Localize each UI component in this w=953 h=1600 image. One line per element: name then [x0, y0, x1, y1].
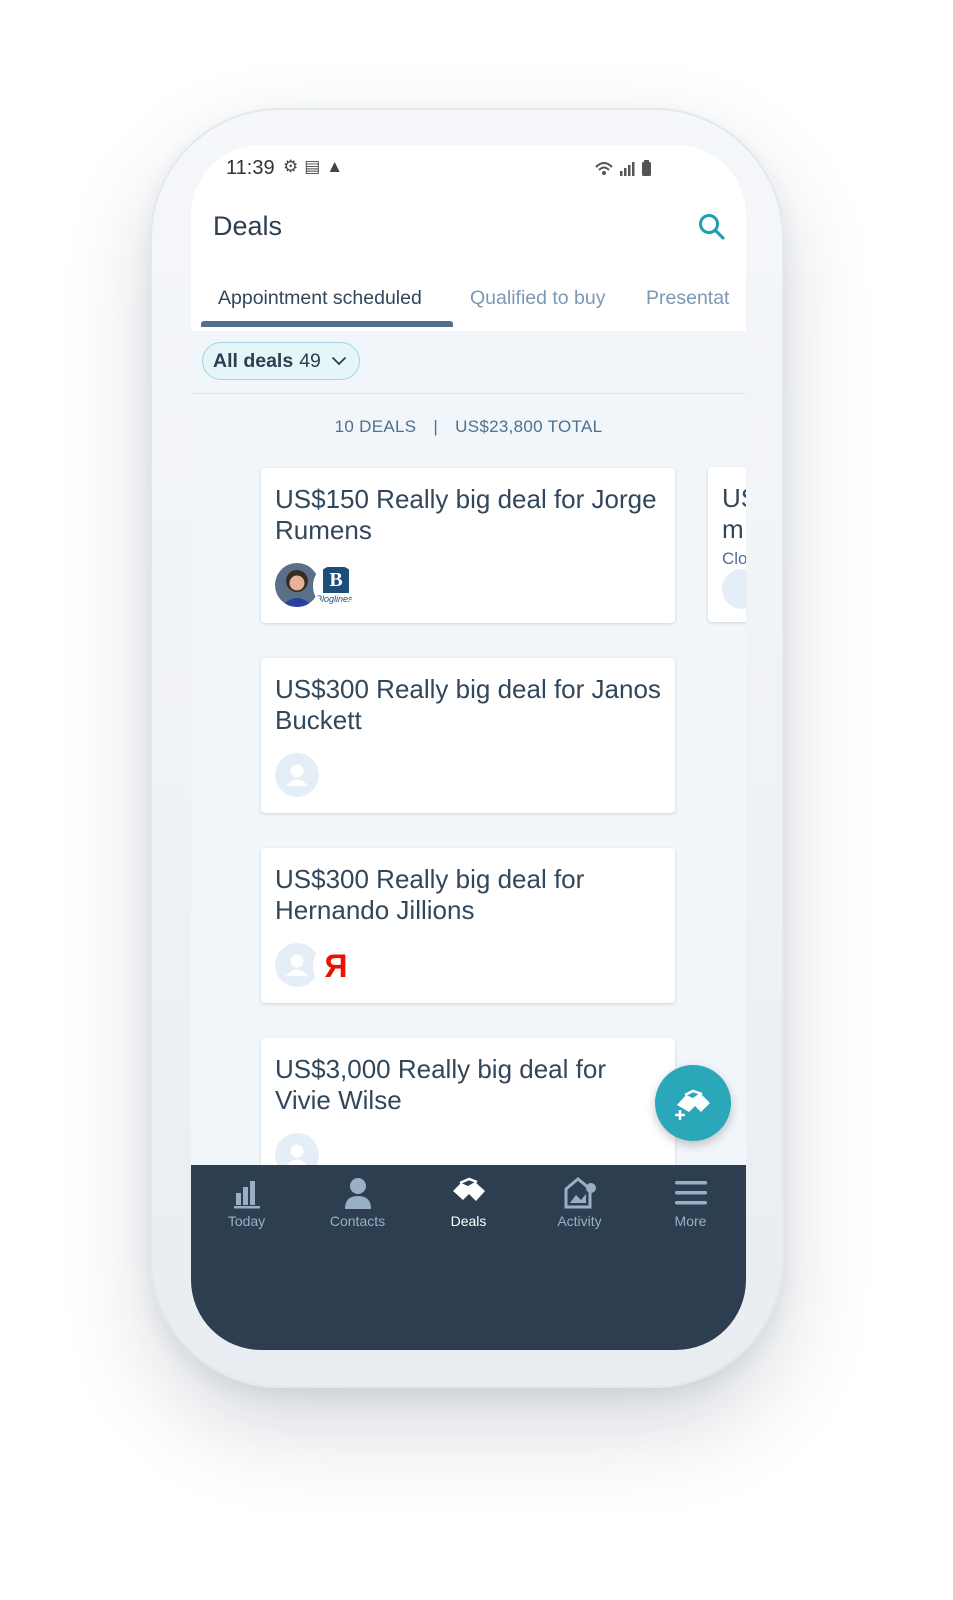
nav-more[interactable]: More [635, 1175, 746, 1229]
peek-avatar [722, 569, 746, 609]
next-stage-card-peek[interactable]: US m Clo [708, 467, 746, 622]
menu-icon [674, 1181, 707, 1205]
person-icon [344, 1178, 371, 1209]
bar-chart-icon [233, 1181, 260, 1209]
chevron-down-icon [332, 357, 346, 366]
deal-count: 10 DEALS [334, 417, 417, 436]
status-bar: 11:39 ⚙▤▲ [191, 145, 746, 191]
phone-screen: 11:39 ⚙▤▲ Deals Appointment scheduled Qu… [191, 145, 746, 1350]
search-icon [699, 214, 725, 240]
bloglines-logo-text: Bloglines [316, 594, 353, 604]
nav-activity[interactable]: Activity [524, 1175, 635, 1229]
deals-summary: 10 DEALS | US$23,800 TOTAL [191, 417, 746, 437]
nav-label: Activity [557, 1213, 602, 1229]
active-tab-indicator [201, 321, 453, 327]
nav-contacts[interactable]: Contacts [302, 1175, 413, 1229]
deal-title: US$300 Really big deal for Hernando Jill… [275, 864, 585, 925]
filter-count: 49 [299, 349, 321, 372]
status-time: 11:39 [226, 157, 275, 179]
power-button [782, 393, 788, 561]
side-button [146, 290, 152, 336]
tab-appointment-scheduled[interactable]: Appointment scheduled [218, 287, 422, 310]
peek-line-2: m [722, 514, 744, 544]
filter-bar: All deals 49 [191, 331, 746, 394]
add-deal-button[interactable] [655, 1065, 731, 1141]
summary-separator: | [433, 417, 439, 436]
peek-line-3: Clo [722, 549, 746, 568]
status-notification-icons: ⚙▤▲ [283, 157, 350, 176]
deal-total: US$23,800 TOTAL [455, 417, 603, 436]
deal-card[interactable]: US$150 Really big deal for Jorge Rumens … [261, 468, 675, 623]
nav-label: Deals [450, 1213, 487, 1229]
app-header: Deals Appointment scheduled Qualified to… [191, 191, 746, 332]
nav-label: Contacts [329, 1213, 386, 1229]
nav-label: Today [227, 1213, 266, 1229]
deal-card[interactable]: US$300 Really big deal for Janos Buckett [261, 658, 675, 813]
handshake-icon [452, 1177, 485, 1201]
volume-down-button [146, 488, 152, 572]
nav-label: More [674, 1213, 707, 1229]
page-title: Deals [213, 211, 283, 241]
deal-filter-dropdown[interactable]: All deals 49 [202, 342, 360, 380]
tab-presentation[interactable]: Presentat [646, 287, 729, 310]
contact-placeholder-avatar [275, 753, 319, 797]
add-deal-handshake-icon [675, 1089, 710, 1120]
deal-title: US$150 Really big deal for Jorge Rumens [275, 484, 657, 545]
company-logo-avatar: B Bloglines [313, 563, 359, 609]
search-button[interactable] [696, 211, 728, 243]
nav-deals[interactable]: Deals [413, 1175, 524, 1229]
nav-today[interactable]: Today [191, 1175, 302, 1229]
deal-title: US$3,000 Really big deal for Vivie Wilse [275, 1054, 606, 1115]
bloglines-logo-letter: B [323, 567, 349, 593]
volume-up-button [146, 382, 152, 466]
signal-battery-icon [595, 160, 651, 176]
deal-title: US$300 Really big deal for Janos Buckett [275, 674, 661, 735]
filter-label: All deals [213, 349, 294, 372]
deal-card[interactable]: US$300 Really big deal for Hernando Jill… [261, 848, 675, 1003]
activity-icon [564, 1177, 596, 1209]
tab-qualified-to-buy[interactable]: Qualified to buy [470, 287, 606, 310]
yandex-logo-letter: Я [324, 948, 348, 984]
peek-line-1: US [722, 483, 746, 513]
company-logo-avatar: Я [313, 943, 359, 989]
bottom-navigation: Today Contacts Deals Activity More [191, 1165, 746, 1350]
